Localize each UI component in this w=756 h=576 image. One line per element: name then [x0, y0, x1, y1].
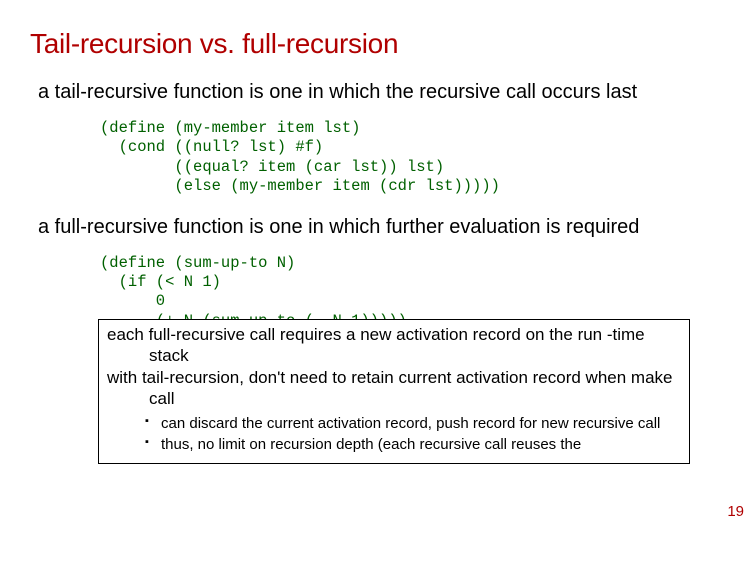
box-line-tail-recursion: with tail-recursion, don't need to retai… — [107, 367, 681, 410]
code-my-member: (define (my-member item lst) (cond ((nul… — [100, 119, 726, 197]
page-number: 19 — [727, 503, 744, 520]
box-line-full-recursive: each full-recursive call requires a new … — [107, 324, 681, 367]
box-bullet-list: can discard the current activation recor… — [107, 415, 681, 455]
slide-title: Tail-recursion vs. full-recursion — [30, 28, 726, 60]
callout-box: each full-recursive call requires a new … — [98, 319, 690, 464]
box-bullet-discard: can discard the current activation recor… — [145, 415, 681, 434]
box-bullet-no-limit: thus, no limit on recursion depth (each … — [145, 436, 681, 455]
paragraph-tail-recursive: a tail-recursive function is one in whic… — [30, 80, 726, 105]
paragraph-full-recursive: a full-recursive function is one in whic… — [30, 215, 726, 240]
